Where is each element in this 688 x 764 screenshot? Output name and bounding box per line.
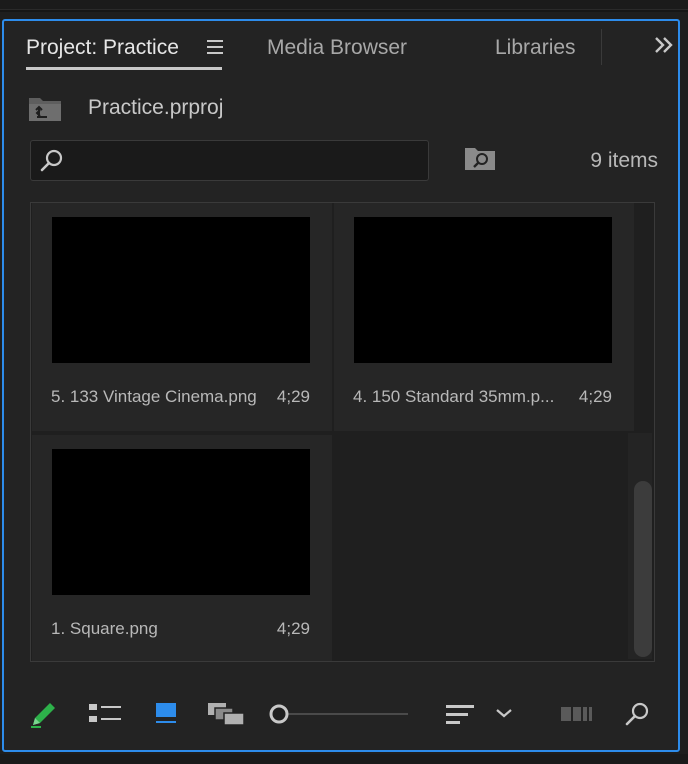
clip-name: 1. Square.png	[51, 619, 158, 638]
tab-media-browser[interactable]: Media Browser	[267, 35, 407, 61]
bin-search-icon[interactable]	[464, 146, 496, 172]
tab-libraries[interactable]: Libraries	[495, 35, 576, 61]
clip-duration: 4;29	[578, 387, 612, 406]
bin-icon-grid[interactable]: 5. 133 Vintage Cinema.png 4;29 4. 150 St…	[30, 202, 655, 662]
item-count: 9 items	[590, 149, 658, 172]
list-view-icon[interactable]	[88, 702, 122, 724]
sort-icon[interactable]	[445, 703, 475, 727]
hamburger-icon[interactable]	[207, 40, 223, 54]
scrollbar-thumb[interactable]	[634, 481, 652, 657]
zoom-slider[interactable]	[268, 703, 410, 725]
search-input[interactable]	[30, 140, 429, 181]
clip-duration: 4;29	[276, 387, 310, 406]
find-icon[interactable]	[624, 701, 650, 727]
list-item[interactable]: 1. Square.png 4;29	[32, 435, 332, 661]
active-tab-underline	[26, 67, 222, 70]
chevron-down-icon[interactable]	[494, 705, 514, 721]
icon-view-icon[interactable]	[154, 701, 178, 725]
list-item[interactable]: 5. 133 Vintage Cinema.png 4;29	[32, 203, 332, 431]
project-panel: Project: Practice Media Browser Librarie…	[2, 19, 680, 752]
folder-up-icon[interactable]	[28, 96, 62, 122]
clip-thumbnail[interactable]	[52, 217, 310, 363]
clip-thumbnail[interactable]	[52, 449, 310, 595]
search-icon	[39, 148, 65, 174]
clip-thumbnail[interactable]	[354, 217, 612, 363]
clip-name: 5. 133 Vintage Cinema.png	[51, 387, 257, 406]
bottom-strip	[0, 754, 688, 764]
pencil-icon[interactable]	[28, 698, 60, 730]
tab-separator	[601, 29, 602, 65]
clip-duration: 4;29	[276, 619, 310, 638]
top-strip-inner	[0, 0, 688, 10]
automate-to-sequence-icon[interactable]	[560, 705, 594, 723]
clip-name: 4. 150 Standard 35mm.p...	[353, 387, 555, 406]
freeform-view-icon[interactable]	[206, 701, 246, 727]
project-path-label: Practice.prproj	[88, 96, 224, 119]
top-strip	[0, 0, 688, 12]
tab-project[interactable]: Project: Practice	[26, 35, 179, 61]
list-item[interactable]: 4. 150 Standard 35mm.p... 4;29	[334, 203, 634, 431]
double-chevron-right-icon[interactable]	[652, 33, 676, 57]
